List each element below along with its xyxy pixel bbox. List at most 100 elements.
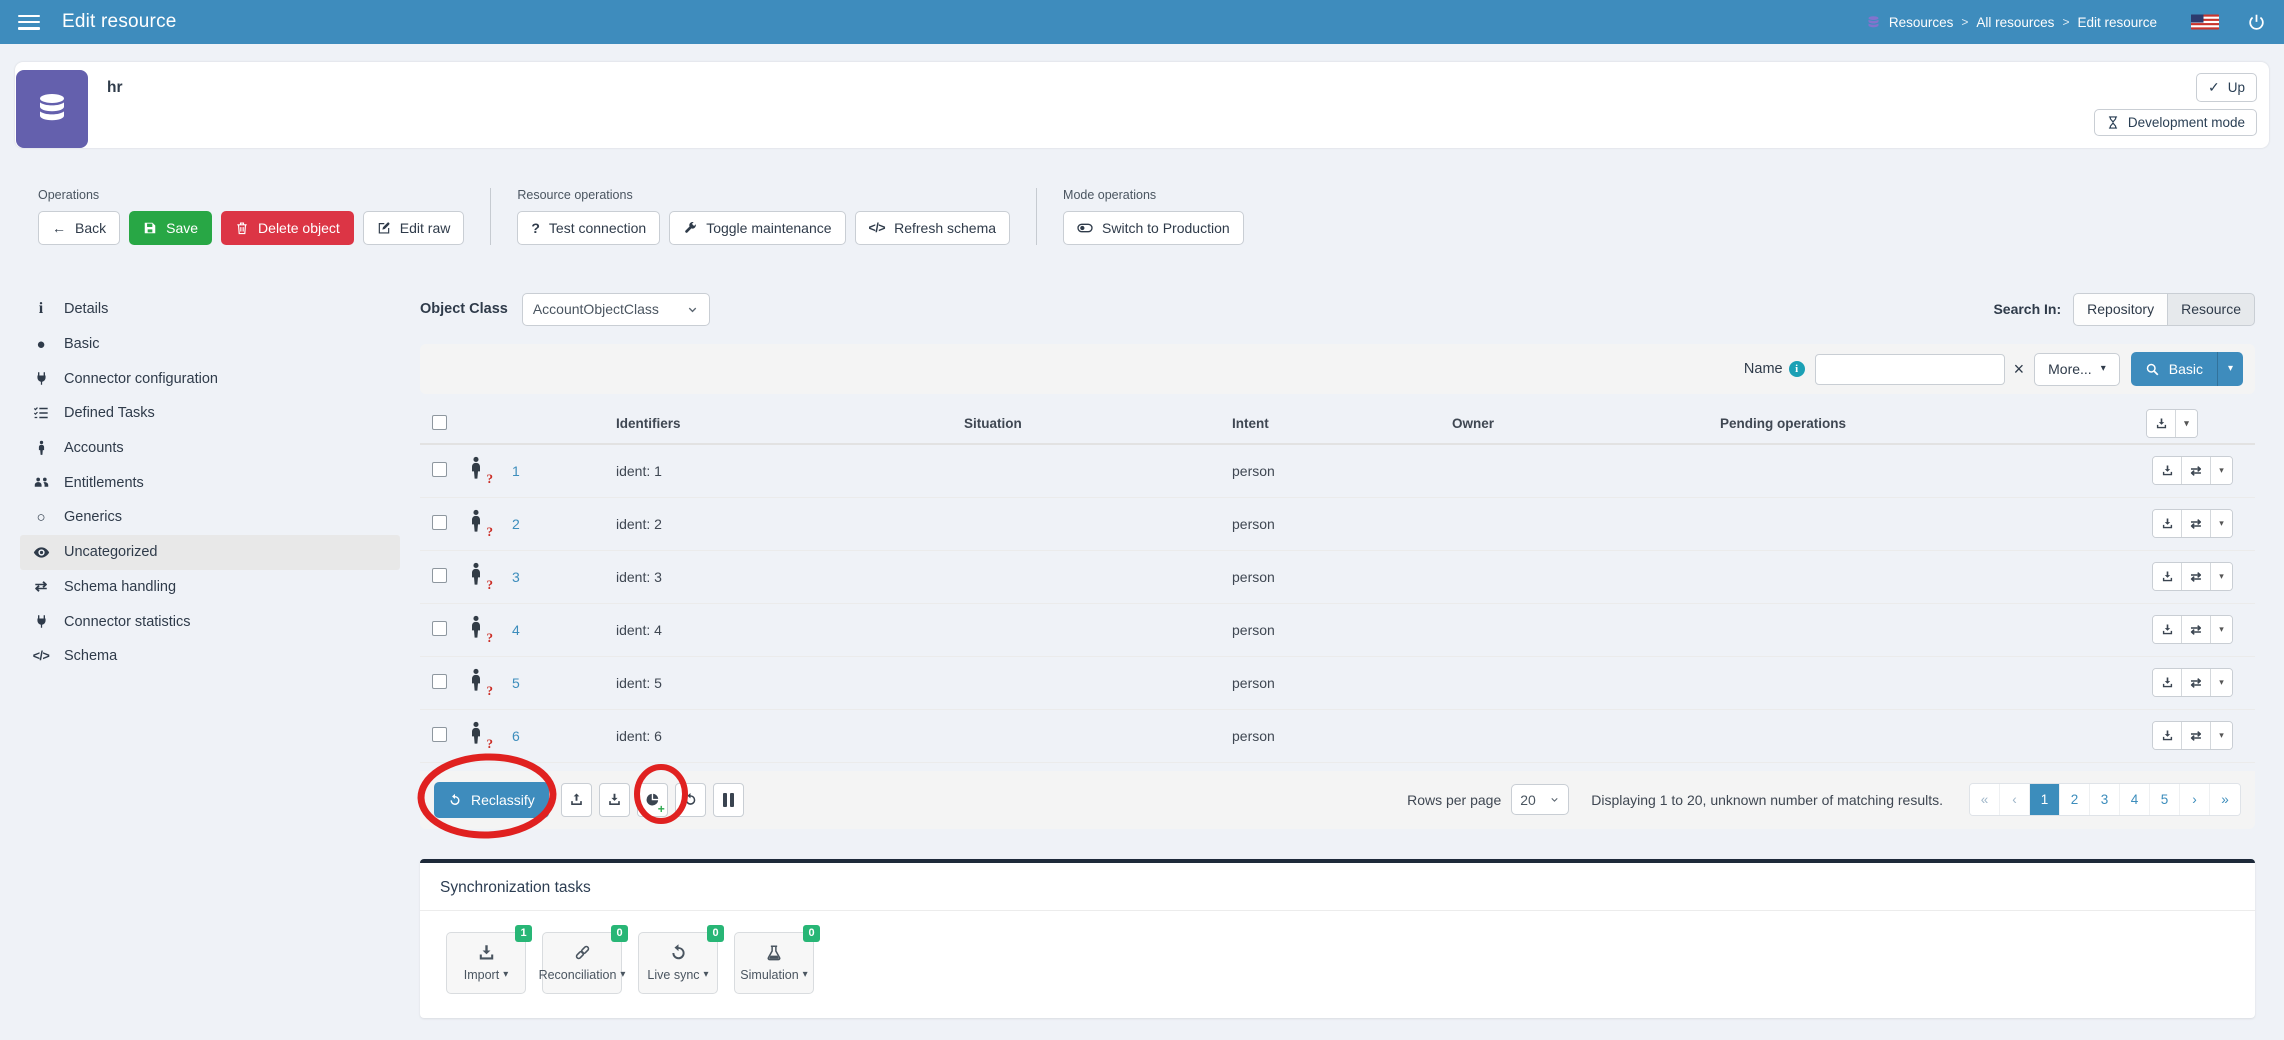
export-download-icon[interactable]	[2147, 410, 2176, 437]
import-shadows-button[interactable]	[561, 783, 592, 817]
table-header-row: Identifiers Situation Intent Owner Pendi…	[420, 404, 2255, 444]
search-panel: Name i × More... ▾ Basic ▾	[420, 344, 2255, 394]
exchange-arrows-icon[interactable]: ⇄	[2182, 722, 2211, 749]
switch-to-production-button[interactable]: Switch to Production	[1063, 211, 1244, 245]
sidebar-item-accounts[interactable]: Accounts	[20, 431, 400, 466]
caret-down-icon[interactable]: ▾	[2176, 410, 2197, 437]
download-icon[interactable]	[2153, 616, 2182, 643]
search-in-repository-button[interactable]: Repository	[2073, 293, 2167, 326]
back-button[interactable]: ← Back	[38, 211, 120, 245]
shadow-name-link[interactable]: 4	[512, 622, 520, 638]
import-task-button[interactable]: 1 Import▾	[446, 932, 526, 994]
sidebar-item-generics[interactable]: ○ Generics	[20, 500, 400, 535]
row-checkbox[interactable]	[432, 462, 447, 477]
menu-toggle-icon[interactable]	[18, 15, 40, 30]
page-1-button[interactable]: 1	[2030, 784, 2060, 815]
shadow-name-link[interactable]: 2	[512, 516, 520, 532]
sidebar-item-details[interactable]: i Details	[20, 292, 400, 327]
caret-down-icon[interactable]: ▾	[2211, 616, 2232, 643]
breadcrumb-all-resources[interactable]: All resources	[1976, 15, 2054, 30]
row-checkbox[interactable]	[432, 515, 447, 530]
more-filters-button[interactable]: More... ▾	[2034, 353, 2120, 386]
toggle-maintenance-button[interactable]: Toggle maintenance	[669, 211, 845, 245]
delete-object-button[interactable]: Delete object	[221, 211, 354, 245]
page-next-button[interactable]: ›	[2180, 784, 2210, 815]
caret-down-icon[interactable]: ▾	[2211, 510, 2232, 537]
test-connection-button[interactable]: ? Test connection	[517, 211, 660, 245]
download-icon[interactable]	[2153, 563, 2182, 590]
shadow-name-link[interactable]: 5	[512, 675, 520, 691]
pending-operations-cell	[1714, 656, 2140, 709]
reclassify-button[interactable]: Reclassify	[434, 782, 549, 818]
plug-icon	[31, 614, 51, 629]
page-first-button[interactable]: «	[1970, 784, 2000, 815]
page-3-button[interactable]: 3	[2090, 784, 2120, 815]
create-report-button[interactable]: +	[637, 783, 668, 817]
identifier-cell: ident: 3	[600, 550, 958, 603]
refresh-schema-button[interactable]: </> Refresh schema	[855, 211, 1011, 245]
sidebar-item-schema[interactable]: </> Schema	[20, 639, 400, 674]
save-button[interactable]: Save	[129, 211, 212, 245]
select-all-checkbox[interactable]	[432, 415, 447, 430]
sidebar-item-schema-handling[interactable]: ⇄ Schema handling	[20, 570, 400, 605]
caret-down-icon[interactable]: ▾	[2211, 457, 2232, 484]
row-checkbox[interactable]	[432, 568, 447, 583]
breadcrumb-edit-resource[interactable]: Edit resource	[2077, 15, 2157, 30]
name-search-input[interactable]	[1815, 354, 2005, 385]
sidebar-item-entitlements[interactable]: Entitlements	[20, 465, 400, 500]
column-header-owner: Owner	[1446, 404, 1714, 444]
exchange-arrows-icon[interactable]: ⇄	[2182, 457, 2211, 484]
shadow-name-link[interactable]: 1	[512, 463, 520, 479]
edit-raw-button[interactable]: Edit raw	[363, 211, 465, 245]
object-class-select[interactable]: AccountObjectClass	[522, 293, 710, 326]
exchange-arrows-icon[interactable]: ⇄	[2182, 510, 2211, 537]
shadow-name-link[interactable]: 3	[512, 569, 520, 585]
sidebar-item-connector-configuration[interactable]: Connector configuration	[20, 361, 400, 396]
exchange-arrows-icon[interactable]: ⇄	[2182, 669, 2211, 696]
row-actions-group: ⇄ ▾	[2152, 562, 2233, 591]
logout-power-icon[interactable]	[2247, 13, 2266, 32]
refresh-table-button[interactable]	[675, 783, 706, 817]
clear-search-button[interactable]: ×	[2014, 360, 2025, 378]
sidebar-item-uncategorized[interactable]: Uncategorized	[20, 535, 400, 570]
export-shadows-button[interactable]	[599, 783, 630, 817]
row-actions-group: ⇄ ▾	[2152, 615, 2233, 644]
row-checkbox[interactable]	[432, 727, 447, 742]
download-icon[interactable]	[2153, 457, 2182, 484]
basic-search-button[interactable]: Basic	[2131, 352, 2217, 386]
page-prev-button[interactable]: ‹	[2000, 784, 2030, 815]
operations-group-label: Operations	[38, 188, 464, 202]
row-checkbox[interactable]	[432, 674, 447, 689]
page-4-button[interactable]: 4	[2120, 784, 2150, 815]
pending-operations-cell	[1714, 444, 2140, 497]
page-last-button[interactable]: »	[2210, 784, 2240, 815]
download-icon[interactable]	[2153, 669, 2182, 696]
table-row: ? 6 ident: 6 person ⇄ ▾	[420, 709, 2255, 762]
exchange-arrows-icon[interactable]: ⇄	[2182, 563, 2211, 590]
sidebar-item-defined-tasks[interactable]: Defined Tasks	[20, 396, 400, 431]
download-icon[interactable]	[2153, 510, 2182, 537]
shadow-name-link[interactable]: 6	[512, 728, 520, 744]
simulation-task-count-badge: 0	[803, 925, 820, 942]
live-sync-task-button[interactable]: 0 Live sync▾	[638, 932, 718, 994]
row-checkbox[interactable]	[432, 621, 447, 636]
search-mode-caret-button[interactable]: ▾	[2217, 352, 2243, 386]
simulation-task-button[interactable]: 0 Simulation▾	[734, 932, 814, 994]
exchange-arrows-icon[interactable]: ⇄	[2182, 616, 2211, 643]
tasks-list-icon	[31, 405, 51, 421]
reconciliation-task-button[interactable]: 0 Reconciliation▾	[542, 932, 622, 994]
sidebar-item-connector-statistics[interactable]: Connector statistics	[20, 604, 400, 639]
page-5-button[interactable]: 5	[2150, 784, 2180, 815]
caret-down-icon[interactable]: ▾	[2211, 669, 2232, 696]
download-icon[interactable]	[2153, 722, 2182, 749]
caret-down-icon[interactable]: ▾	[2211, 722, 2232, 749]
resource-name: hr	[107, 79, 123, 97]
search-in-resource-button[interactable]: Resource	[2167, 293, 2255, 326]
toggle-paging-button[interactable]	[713, 783, 744, 817]
locale-flag-us[interactable]	[2191, 14, 2219, 30]
caret-down-icon[interactable]: ▾	[2211, 563, 2232, 590]
breadcrumb-resources[interactable]: Resources	[1889, 15, 1954, 30]
rows-per-page-select[interactable]: 20	[1511, 784, 1569, 815]
page-2-button[interactable]: 2	[2060, 784, 2090, 815]
sidebar-item-basic[interactable]: ● Basic	[20, 327, 400, 362]
